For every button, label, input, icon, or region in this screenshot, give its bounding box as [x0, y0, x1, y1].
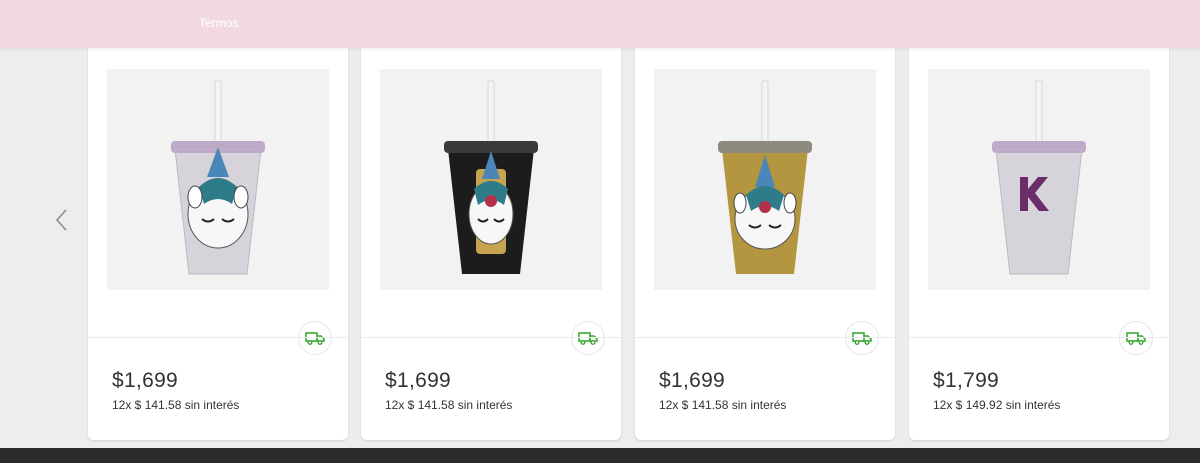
truck-icon — [578, 332, 598, 345]
product-image[interactable] — [928, 69, 1150, 290]
product-card[interactable]: $1,799 12x $ 149.92 sin interés — [909, 36, 1169, 440]
installments-text: 12x $ 141.58 sin interés — [112, 398, 240, 412]
product-card[interactable]: $1,699 12x $ 141.58 sin interés — [361, 36, 621, 440]
product-price: $1,699 — [659, 369, 726, 392]
product-image[interactable] — [654, 69, 876, 290]
installments-text: 12x $ 141.58 sin interés — [385, 398, 513, 412]
free-shipping-badge — [298, 321, 332, 355]
installments-text: 12x $ 149.92 sin interés — [933, 398, 1061, 412]
product-price: $1,799 — [933, 369, 1000, 392]
nav-link-termos[interactable]: Termos — [199, 16, 238, 30]
product-image[interactable] — [107, 69, 329, 290]
card-divider — [88, 337, 348, 338]
truck-icon — [852, 332, 872, 345]
product-card[interactable]: $1,699 12x $ 141.58 sin interés — [635, 36, 895, 440]
free-shipping-badge — [1119, 321, 1153, 355]
chevron-left-icon — [55, 209, 67, 231]
product-price: $1,699 — [112, 369, 179, 392]
product-price: $1,699 — [385, 369, 452, 392]
installments-text: 12x $ 141.58 sin interés — [659, 398, 787, 412]
free-shipping-badge — [845, 321, 879, 355]
carousel-prev-button[interactable] — [46, 200, 76, 240]
footer-bar — [0, 448, 1200, 463]
card-divider — [361, 337, 621, 338]
free-shipping-badge — [571, 321, 605, 355]
card-divider — [635, 337, 895, 338]
truck-icon — [305, 332, 325, 345]
truck-icon — [1126, 332, 1146, 345]
top-header: Termos — [0, 0, 1200, 48]
card-divider — [909, 337, 1169, 338]
product-image[interactable] — [380, 69, 602, 290]
product-card[interactable]: $1,699 12x $ 141.58 sin interés — [88, 36, 348, 440]
